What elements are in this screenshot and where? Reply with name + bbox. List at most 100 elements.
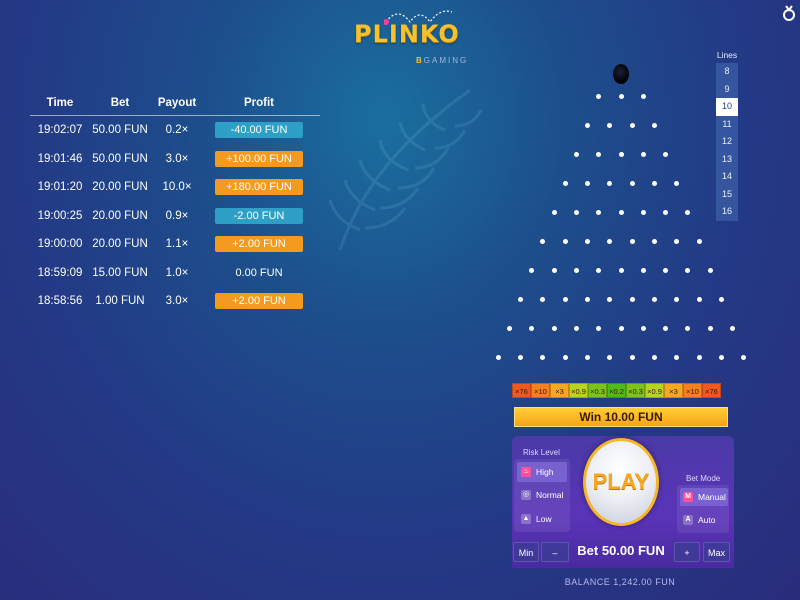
profit-badge: -2.00 FUN [215,207,303,224]
peg [741,354,747,360]
peg [663,151,669,157]
peg [551,267,557,273]
lines-option-9[interactable]: 9 [716,80,738,98]
lines-label: Lines [716,50,738,60]
cell-payout: 3.0× [165,295,189,308]
lines-option-16[interactable]: 16 [716,203,738,221]
lines-option-8[interactable]: 8 [716,63,738,81]
lines-option-15[interactable]: 15 [716,185,738,203]
cell-time: 19:00:00 [37,238,83,251]
flame-icon: ♨ [521,467,531,477]
table-body: 19:02:07 50.00 FUN 0.2× -40.00 FUN 19:01:46 5… [30,116,320,316]
bet-mode-label: Bet Mode [686,474,721,483]
lines-option-11[interactable]: 11 [716,115,738,133]
risk-option-label: High [536,467,554,477]
cell-bet: 50.00 FUN [92,152,148,165]
cell-time: 19:01:46 [37,152,83,165]
peg [618,209,624,215]
bet-mode-auto[interactable]: A Auto [680,511,728,529]
max-bet-button[interactable]: Max [703,542,730,562]
peg [640,325,646,331]
peg [607,122,613,128]
peg [674,238,680,244]
peg [663,325,669,331]
peg [629,238,635,244]
cell-bet: 20.00 FUN [92,209,148,222]
multiplier-slot: ×10 [531,383,550,398]
bet-mode-manual[interactable]: M Manual [680,488,728,506]
peg [651,180,657,186]
multiplier-slot: ×3 [664,383,683,398]
increase-bet-button[interactable]: + [674,542,700,562]
peg [562,354,568,360]
manual-mode-icon: M [683,492,693,502]
peg [651,296,657,302]
peg [551,325,557,331]
cell-profit: -40.00 FUN [204,122,314,139]
header-bet: Bet [110,96,130,109]
profit-badge: +2.00 FUN [215,236,303,253]
cell-profit: -2.00 FUN [204,207,314,224]
peg [585,238,591,244]
peg [685,267,691,273]
multiplier-slot: ×76 [702,383,721,398]
peg [651,354,657,360]
peg [663,209,669,215]
multiplier-slot: ×0.3 [626,383,645,398]
bet-mode-label-text: Manual [698,492,726,502]
peg [607,180,613,186]
peg [618,267,624,273]
peg [651,122,657,128]
peg [696,296,702,302]
peg [562,180,568,186]
peg [596,267,602,273]
multiplier-slot: ×0.9 [645,383,664,398]
risk-option-normal[interactable]: ◎ Normal [517,485,567,505]
peg [596,151,602,157]
risk-option-high[interactable]: ♨ High [517,462,567,482]
profit-badge: -40.00 FUN [215,122,303,139]
peg [629,180,635,186]
low-icon: ▲ [521,514,531,524]
lines-option-13[interactable]: 13 [716,150,738,168]
multiplier-slot: ×0.2 [607,383,626,398]
lines-option-12[interactable]: 12 [716,133,738,151]
plinko-logo: PLINKO BGAMING [354,8,474,68]
peg [495,354,501,360]
cell-payout: 10.0× [162,181,192,194]
decrease-bet-button[interactable]: – [541,542,569,562]
peg [640,267,646,273]
profit-badge: +100.00 FUN [215,150,303,167]
peg [518,354,524,360]
cell-profit: +2.00 FUN [204,293,314,310]
header-profit: Profit [243,96,275,109]
peg [585,122,591,128]
risk-option-label: Low [536,514,552,524]
peg [607,296,613,302]
profit-badge: 0.00 FUN [235,266,283,279]
cell-bet: 1.00 FUN [95,295,145,308]
auto-mode-icon: A [683,515,693,525]
peg [696,354,702,360]
bet-amount: Bet 50.00 FUN [577,543,665,558]
peg [540,354,546,360]
peg [640,209,646,215]
risk-option-low[interactable]: ▲ Low [517,509,567,529]
cell-bet: 20.00 FUN [92,238,148,251]
lines-option-14[interactable]: 14 [716,168,738,186]
menu-icon[interactable] [780,4,798,22]
balance-icon: ◎ [521,490,531,500]
risk-level-label: Risk Level [523,448,560,457]
peg [596,93,602,99]
header-payout: Payout [157,96,197,109]
peg [674,354,680,360]
peg [585,354,591,360]
multiplier-slot: ×3 [550,383,569,398]
peg [551,209,557,215]
play-button[interactable]: PLAY [583,438,659,526]
lines-option-10[interactable]: 10 [716,98,738,116]
min-bet-button[interactable]: Min [513,542,539,562]
table-row: 19:01:20 20.00 FUN 10.0× +180.00 FUN [30,173,320,202]
cell-payout: 0.9× [165,209,189,222]
cell-bet: 20.00 FUN [92,181,148,194]
